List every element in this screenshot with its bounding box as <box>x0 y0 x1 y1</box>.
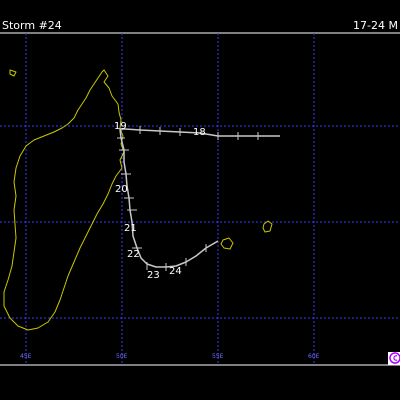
day-label-24: 24 <box>169 266 182 277</box>
day-label-22: 22 <box>127 249 140 260</box>
reunion-island <box>220 237 234 250</box>
lon-label-45e: 45E <box>20 353 32 360</box>
storm-track-map: 45E 50E 55E 60E 18 19 20 21 22 23 24 <box>0 32 400 366</box>
lon-label-50e: 50E <box>116 353 128 360</box>
day-label-19: 19 <box>114 121 127 132</box>
storm-track-line <box>119 128 280 268</box>
day-label-20: 20 <box>115 184 128 195</box>
graticule <box>0 33 400 365</box>
comoros-island <box>9 69 17 77</box>
day-label-23: 23 <box>147 270 160 281</box>
lon-label-60e: 60E <box>308 353 320 360</box>
day-label-18: 18 <box>193 127 206 138</box>
copyright-logo-icon <box>388 352 400 365</box>
day-label-21: 21 <box>124 223 137 234</box>
storm-track <box>117 126 280 271</box>
lon-label-55e: 55E <box>212 353 224 360</box>
madagascar-coastline <box>3 69 125 331</box>
mauritius-island <box>262 220 273 233</box>
